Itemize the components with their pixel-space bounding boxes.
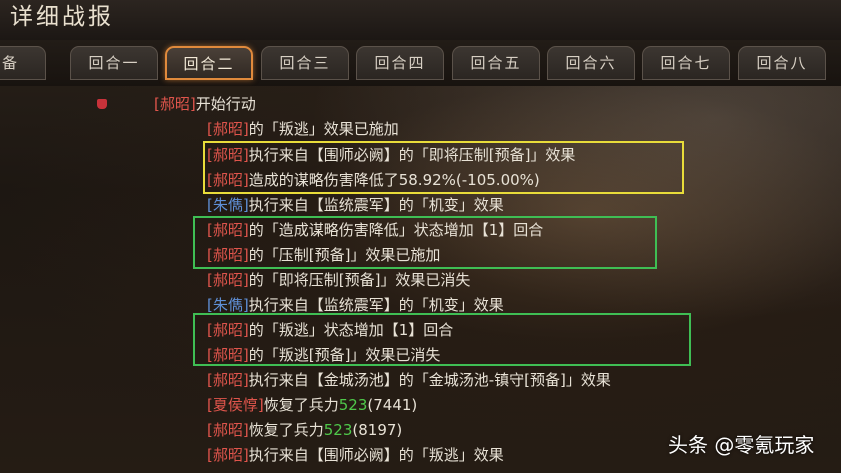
log-text: 恢复了兵力	[263, 396, 339, 414]
heal-amount: 523	[323, 421, 353, 439]
general-name: [郝昭]	[207, 120, 249, 138]
log-line: [夏侯惇]恢复了兵力523(7441)	[207, 393, 417, 417]
tab-round-6[interactable]: 回合六	[547, 46, 635, 80]
general-name: [郝昭]	[154, 95, 196, 113]
tab-round-3[interactable]: 回合三	[261, 46, 349, 80]
green-highlight-box	[193, 216, 657, 269]
log-text: 的「即将压制[预备]」效果已消失	[248, 271, 471, 289]
general-name: [朱儁]	[207, 196, 249, 214]
title-bar: 详细战报	[0, 0, 841, 40]
general-name: [郝昭]	[207, 271, 249, 289]
page-title: 详细战报	[10, 4, 114, 30]
tab-round-7[interactable]: 回合七	[642, 46, 730, 80]
watermark: 头条 @零氪玩家	[668, 433, 815, 457]
troop-total: (7441)	[367, 396, 418, 414]
tab-round-1[interactable]: 回合一	[70, 46, 158, 80]
tab-round-4[interactable]: 回合四	[356, 46, 444, 80]
unit-marker-icon	[97, 99, 107, 109]
yellow-highlight-box	[203, 141, 684, 194]
general-name: [朱儁]	[207, 296, 249, 314]
log-line: [朱儁]执行来自【监统震军】的「机变」效果	[207, 193, 504, 217]
log-text: 执行来自【围师必阙】的「叛逃」效果	[248, 446, 504, 464]
log-text: 执行来自【监统震军】的「机变」效果	[248, 196, 504, 214]
log-line: [郝昭]执行来自【围师必阙】的「叛逃」效果	[207, 443, 504, 467]
log-text: 执行来自【金城汤池】的「金城汤池-镇守[预备]」效果	[248, 371, 611, 389]
log-line: [郝昭]开始行动	[154, 92, 256, 116]
log-text: 开始行动	[195, 95, 256, 113]
log-text: 的「叛逃」效果已施加	[248, 120, 399, 138]
tab-round-5[interactable]: 回合五	[452, 46, 540, 80]
log-line: [郝昭]的「叛逃」效果已施加	[207, 117, 399, 141]
heal-amount: 523	[338, 396, 368, 414]
green-highlight-box	[193, 313, 691, 366]
round-tab-bar: 准备 回合一 回合二 回合三 回合四 回合五 回合六 回合七 回合八	[0, 40, 841, 86]
log-text: 恢复了兵力	[248, 421, 324, 439]
general-name: [夏侯惇]	[207, 396, 264, 414]
general-name: [郝昭]	[207, 371, 249, 389]
tab-round-2[interactable]: 回合二	[165, 46, 253, 80]
log-line: [郝昭]恢复了兵力523(8197)	[207, 418, 402, 442]
general-name: [郝昭]	[207, 446, 249, 464]
log-text: 执行来自【监统震军】的「机变」效果	[248, 296, 504, 314]
tab-round-8[interactable]: 回合八	[738, 46, 826, 80]
log-line: [郝昭]执行来自【金城汤池】的「金城汤池-镇守[预备]」效果	[207, 368, 611, 392]
troop-total: (8197)	[352, 421, 403, 439]
battle-log[interactable]: [郝昭]开始行动 [郝昭]的「叛逃」效果已施加 [郝昭]执行来自【围师必阙】的「…	[0, 86, 841, 473]
tab-prep[interactable]: 准备	[0, 46, 46, 80]
general-name: [郝昭]	[207, 421, 249, 439]
log-line: [郝昭]的「即将压制[预备]」效果已消失	[207, 268, 470, 292]
